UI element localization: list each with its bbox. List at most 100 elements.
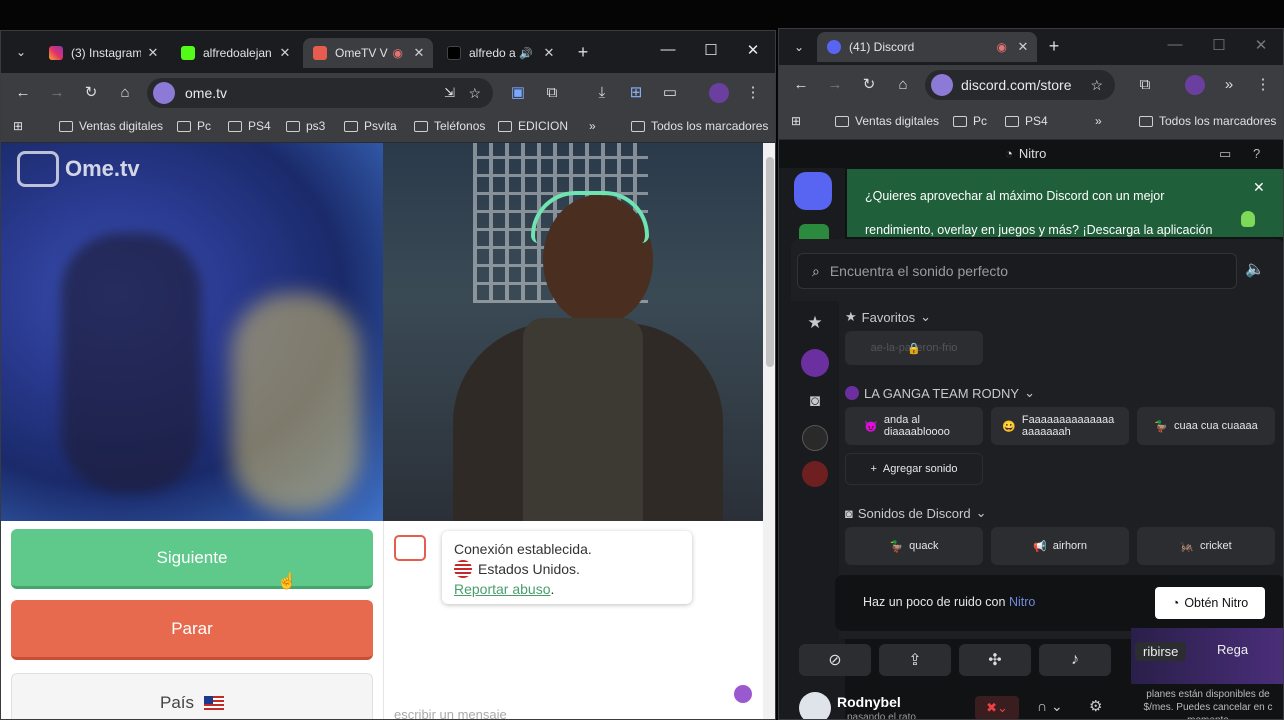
tab-search-icon[interactable]: ⌄ [787, 35, 811, 59]
close-banner-icon[interactable]: ✕ [1253, 179, 1265, 196]
back-icon[interactable]: ← [789, 73, 813, 97]
bookmark-folder[interactable]: PS4 [1005, 114, 1048, 128]
toggle-camera-icon[interactable]: ⊘ [799, 644, 871, 676]
all-bookmarks[interactable]: Todos los marcadores [631, 119, 768, 133]
mute-mic-icon[interactable]: ✖︎⌄ [975, 696, 1019, 719]
country-button[interactable]: País [11, 673, 373, 719]
bookmark-folder[interactable]: Pc [177, 119, 211, 133]
bookmark-folder[interactable]: Psvita [344, 119, 397, 133]
site-info-icon[interactable] [931, 74, 953, 96]
get-nitro-button[interactable]: ◔ Obtén Nitro [1155, 587, 1265, 619]
scrollbar[interactable] [763, 143, 775, 719]
gift-button[interactable]: Rega [1217, 642, 1248, 657]
reload-icon[interactable]: ↻ [79, 81, 103, 105]
forward-icon[interactable]: → [823, 73, 847, 97]
bookmark-folder[interactable]: Ventas digitales [59, 119, 163, 133]
close-tab-icon[interactable]: ✕ [145, 45, 161, 61]
all-bookmarks[interactable]: Todos los marcadores [1139, 114, 1276, 128]
menu-kebab-icon[interactable]: ⋮ [741, 81, 765, 105]
close-window-icon[interactable]: ✕ [1239, 36, 1283, 54]
add-sound-button[interactable]: + Agregar sonido [845, 453, 983, 485]
home-icon[interactable]: ⌂ [113, 81, 137, 105]
back-icon[interactable]: ← [11, 81, 35, 105]
chat-input[interactable]: escribir un mensaje [394, 707, 507, 719]
inbox-icon[interactable]: ▭ [1219, 146, 1231, 162]
user-avatar[interactable] [799, 692, 831, 719]
install-app-icon[interactable]: ⇲ [444, 85, 455, 101]
subscribe-button[interactable]: ribirse [1135, 642, 1187, 661]
tab-instagram[interactable]: (3) Instagram ✕ [39, 38, 167, 68]
scrollbar-thumb[interactable] [766, 157, 774, 367]
bookmark-folder[interactable]: Pc [953, 114, 987, 128]
extensions-icon[interactable]: ⧉ [1133, 73, 1157, 97]
server-avatar[interactable] [801, 349, 829, 377]
extensions-icon[interactable]: ⧉ [540, 81, 564, 105]
favorites-title[interactable]: ★ Favoritos ⌄ [845, 309, 931, 325]
profile-avatar[interactable] [1183, 73, 1207, 97]
user-avatar[interactable] [802, 425, 828, 451]
forward-icon[interactable]: → [45, 81, 69, 105]
tab-tiktok[interactable]: alfredo a 🔊 ✕ [437, 38, 563, 68]
headphones-icon[interactable]: ∩ ⌄ [1037, 698, 1063, 715]
stop-button[interactable]: Parar [11, 600, 373, 660]
user-avatar[interactable] [802, 461, 828, 487]
sound-button-cricket[interactable]: 🦗 cricket [1137, 527, 1275, 565]
more-icon[interactable]: » [1217, 73, 1241, 97]
bookmark-folder[interactable]: EDICION [498, 119, 568, 133]
locked-favorite-sound[interactable]: ae-la-patieron-frio 🔒 [845, 331, 983, 365]
address-bar[interactable]: ome.tv ⇲ ☆ [147, 78, 493, 108]
next-button[interactable]: Siguiente [11, 529, 373, 589]
close-tab-icon[interactable]: ✕ [541, 45, 557, 61]
tab-kick[interactable]: alfredoalejan ✕ [171, 38, 299, 68]
apps-grid-icon[interactable]: ⊞ [791, 114, 801, 128]
reload-icon[interactable]: ↻ [857, 73, 881, 97]
help-icon[interactable]: ? [1253, 146, 1260, 161]
sound-button-quack[interactable]: 🦆 quack [845, 527, 983, 565]
tab-search-icon[interactable]: ⌄ [9, 40, 33, 64]
new-tab-icon[interactable]: + [571, 40, 595, 64]
close-tab-icon[interactable]: ✕ [411, 45, 427, 61]
minimize-icon[interactable]: — [646, 41, 690, 58]
activities-icon[interactable]: ✣ [959, 644, 1031, 676]
report-abuse-link[interactable]: Reportar abuso [454, 581, 551, 597]
profile-avatar[interactable] [707, 81, 731, 105]
minimize-icon[interactable]: — [1153, 36, 1197, 53]
settings-gear-icon[interactable]: ⚙ [1089, 697, 1102, 715]
extension-badge-icon[interactable] [734, 685, 752, 703]
sound-button[interactable]: 😀 Faaaaaaaaaaaaaa aaaaaaah [991, 407, 1129, 445]
discord-home-icon[interactable] [794, 172, 832, 210]
maximize-icon[interactable]: ☐ [689, 41, 733, 59]
sound-search-input[interactable]: ⌕ Encuentra el sonido perfecto [797, 253, 1237, 289]
download-icon[interactable]: ⤓ [590, 81, 614, 105]
tab-ometv[interactable]: OmeTV V ◉ ✕ [303, 38, 433, 68]
translate-icon[interactable]: ▣ [506, 81, 530, 105]
discord-logo-icon[interactable]: ◙ [803, 391, 827, 415]
soundboard-icon[interactable]: ♪ [1039, 644, 1111, 676]
sound-button[interactable]: 🦆 cuaa cua cuaaaa [1137, 407, 1275, 445]
bookmark-star-icon[interactable]: ☆ [468, 85, 481, 102]
bookmark-folder[interactable]: ps3 [286, 119, 325, 133]
more-bookmarks[interactable]: » [1095, 114, 1102, 128]
maximize-icon[interactable]: ☐ [1197, 36, 1241, 54]
close-window-icon[interactable]: ✕ [731, 41, 775, 59]
site-info-icon[interactable] [153, 82, 175, 104]
screen-share-icon[interactable]: ⇪ [879, 644, 951, 676]
close-tab-icon[interactable]: ✕ [277, 45, 293, 61]
close-tab-icon[interactable]: ✕ [1015, 39, 1031, 55]
more-bookmarks[interactable]: » [589, 119, 596, 133]
bookmark-folder[interactable]: Ventas digitales [835, 114, 939, 128]
discord-sounds-title[interactable]: ◙ Sonidos de Discord ⌄ [845, 505, 987, 521]
address-bar[interactable]: discord.com/store ☆ [925, 70, 1115, 100]
star-icon[interactable]: ★ [803, 313, 827, 337]
bookmark-folder[interactable]: Teléfonos [414, 119, 485, 133]
server-sounds-title[interactable]: LA GANGA TEAM RODNY ⌄ [845, 385, 1035, 401]
volume-icon[interactable]: 🔈 [1245, 259, 1265, 279]
bookmark-star-icon[interactable]: ☆ [1090, 77, 1103, 94]
new-tab-icon[interactable]: + [1042, 34, 1066, 58]
translate-page-icon[interactable]: ⊞ [624, 81, 648, 105]
home-icon[interactable]: ⌂ [891, 73, 915, 97]
media-icon[interactable]: ▭ [658, 81, 682, 105]
tab-discord[interactable]: (41) Discord ◉ ✕ [817, 32, 1037, 62]
menu-kebab-icon[interactable]: ⋮ [1251, 73, 1275, 97]
sound-button-airhorn[interactable]: 📢 airhorn [991, 527, 1129, 565]
